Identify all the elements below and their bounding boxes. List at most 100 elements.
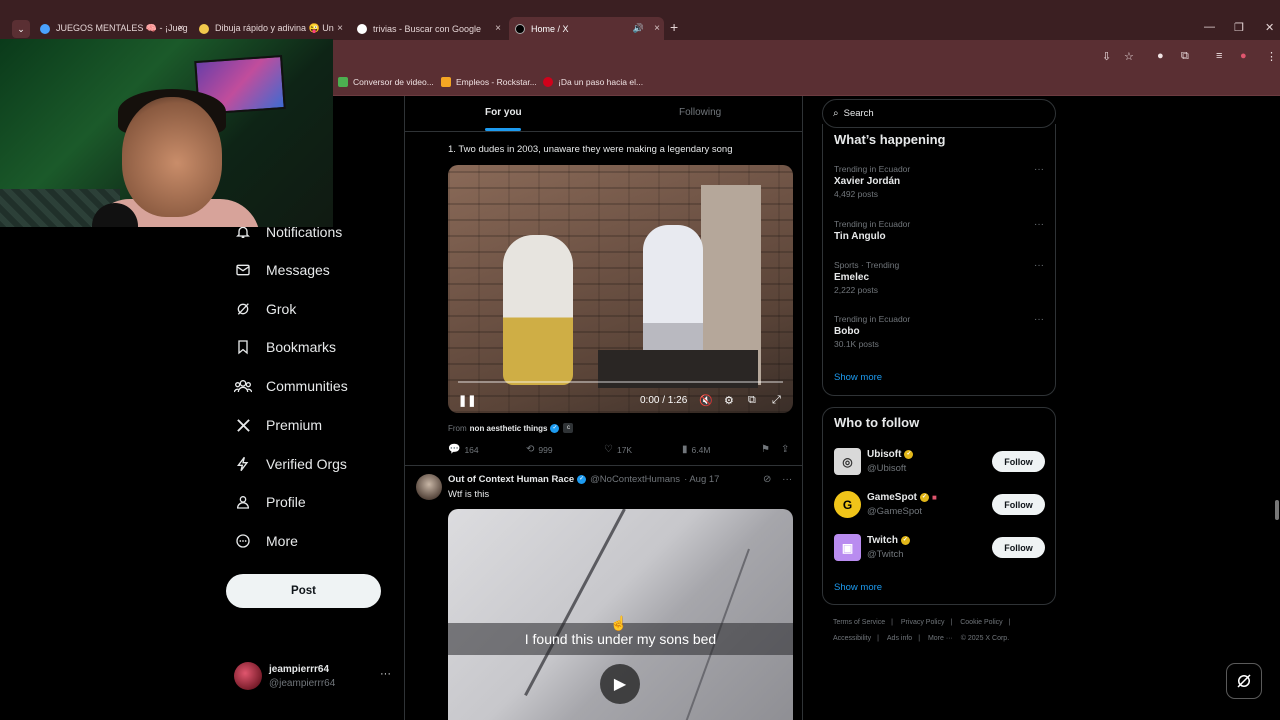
tab-google-search[interactable]: trivias - Buscar con Google ×: [351, 17, 505, 40]
follow-button[interactable]: Follow: [992, 494, 1045, 515]
tab-close-icon[interactable]: ×: [337, 23, 343, 34]
section-title: Who to follow: [834, 415, 920, 430]
source-account-link[interactable]: non aesthetic things: [470, 424, 548, 433]
trend-name: Emelec: [834, 272, 870, 283]
footer-accessibility-link[interactable]: Accessibility: [833, 635, 871, 642]
avatar[interactable]: [416, 474, 442, 500]
page-scrollbar[interactable]: [1275, 500, 1279, 520]
author-handle[interactable]: @NoContextHumans: [590, 474, 680, 485]
footer-more-link[interactable]: More ···: [928, 635, 953, 642]
nav-label: Messages: [266, 262, 330, 278]
follow-button[interactable]: Follow: [992, 451, 1045, 472]
footer-terms-link[interactable]: Terms of Service: [833, 619, 885, 626]
trend-item[interactable]: Trending in Ecuador Xavier Jordán 4,492 …: [834, 164, 1044, 199]
show-more-link[interactable]: Show more: [834, 372, 882, 383]
video-time: 0:00 / 1:26: [640, 395, 688, 406]
nav-item-more[interactable]: More: [234, 526, 298, 556]
avatar: ◎: [834, 448, 861, 475]
new-tab-button[interactable]: +: [670, 19, 678, 35]
grok-floating-button[interactable]: [1226, 663, 1262, 699]
suggestion-name: Ubisoft ✓: [867, 449, 914, 460]
footer-privacy-link[interactable]: Privacy Policy: [901, 619, 945, 626]
repost-count: 999: [538, 444, 553, 455]
nav-item-premium[interactable]: Premium: [234, 410, 322, 440]
lightning-icon: [234, 455, 252, 473]
pause-icon[interactable]: ❚❚: [458, 394, 476, 407]
tweet-date[interactable]: · Aug 17: [684, 474, 719, 485]
nav-item-profile[interactable]: Profile: [234, 487, 306, 517]
footer-ads-link[interactable]: Ads info: [887, 635, 912, 642]
more-options-icon[interactable]: ···: [782, 474, 792, 485]
tab-close-icon[interactable]: ×: [654, 23, 660, 34]
tab-close-icon[interactable]: ×: [495, 23, 501, 34]
bookmark-star-icon[interactable]: ☆: [1124, 50, 1134, 63]
bookmark-tweet-button[interactable]: ⚑: [761, 444, 774, 455]
more-options-icon[interactable]: ···: [1034, 314, 1044, 325]
tab-dibuja-rapido[interactable]: Dibuja rápido y adivina 😜 Un ×: [193, 17, 347, 40]
more-options-icon[interactable]: ···: [1034, 260, 1044, 271]
post-button[interactable]: Post: [226, 574, 381, 608]
footer-cookie-link[interactable]: Cookie Policy: [960, 619, 1002, 626]
browser-menu-icon[interactable]: ⋮: [1266, 50, 1277, 63]
search-icon: ⌕: [833, 108, 839, 119]
account-menu-icon[interactable]: ···: [380, 668, 391, 680]
picture-in-picture-icon[interactable]: ⧉: [748, 394, 756, 407]
trend-item[interactable]: Sports · Trending Emelec 2,222 posts ···: [834, 260, 1044, 295]
nav-item-grok[interactable]: Grok: [234, 294, 296, 324]
account-switcher[interactable]: jeampierrr64 @jeampierrr64 ···: [234, 662, 404, 692]
show-more-link[interactable]: Show more: [834, 582, 882, 593]
views-button[interactable]: ▮ 6.4M: [682, 444, 710, 455]
media-controls-icon[interactable]: ≡: [1216, 50, 1222, 62]
nav-item-bookmarks[interactable]: Bookmarks: [234, 332, 336, 362]
share-button[interactable]: ⇪: [781, 444, 793, 455]
mute-icon[interactable]: 🔇: [699, 394, 713, 407]
window-maximize-button[interactable]: ❐: [1234, 21, 1244, 34]
nav-label: Verified Orgs: [266, 456, 347, 472]
speaker-icon[interactable]: 🔊: [633, 23, 644, 34]
bookmark-favicon: [338, 77, 348, 87]
play-icon[interactable]: ▶: [600, 664, 640, 704]
follow-suggestion[interactable]: ◎ Ubisoft ✓ @Ubisoft Follow: [834, 448, 1046, 478]
reply-button[interactable]: 💬 164: [448, 444, 479, 455]
nav-item-verified-orgs[interactable]: Verified Orgs: [234, 449, 347, 479]
nav-item-communities[interactable]: Communities: [234, 371, 348, 401]
suggestion-handle: @Ubisoft: [867, 463, 907, 474]
author-name[interactable]: Out of Context Human Race: [448, 474, 574, 485]
tab-home-x[interactable]: Home / X 🔊 ×: [509, 17, 664, 40]
bookmark-da-un-paso[interactable]: ¡Da un paso hacia el...: [543, 77, 643, 87]
more-options-icon[interactable]: ···: [1034, 219, 1044, 230]
profile-avatar-icon[interactable]: ●: [1240, 50, 1247, 62]
bookmark-conversor[interactable]: Conversor de video...: [338, 77, 434, 87]
tab-following[interactable]: Following: [679, 107, 721, 118]
video-progress-bar[interactable]: [458, 381, 783, 383]
follow-suggestion[interactable]: G GameSpot ✓ ■ @GameSpot Follow: [834, 491, 1046, 521]
trend-item[interactable]: Trending in Ecuador Bobo 30.1K posts ···: [834, 314, 1044, 349]
tab-close-icon[interactable]: ×: [178, 23, 184, 34]
video-player[interactable]: ❚❚ 0:00 / 1:26 🔇 ⚙ ⧉ ⤢: [448, 165, 793, 413]
window-close-button[interactable]: ✕: [1265, 21, 1274, 34]
follow-button[interactable]: Follow: [992, 537, 1045, 558]
verified-badge-icon: ✓: [904, 450, 914, 459]
bookmark-label: Empleos - Rockstar...: [456, 77, 537, 87]
window-minimize-button[interactable]: —: [1204, 21, 1215, 33]
tab-for-you[interactable]: For you: [485, 107, 522, 118]
grok-icon[interactable]: ⊘: [763, 474, 771, 485]
follow-suggestion[interactable]: ▣ Twitch ✓ @Twitch Follow: [834, 534, 1046, 564]
like-button[interactable]: ♡ 17K: [604, 444, 632, 455]
more-circle-icon: [234, 532, 252, 550]
fullscreen-icon[interactable]: ⤢: [772, 394, 781, 407]
video-frame-person-left: [503, 235, 573, 385]
bookmark-empleos[interactable]: Empleos - Rockstar...: [441, 77, 537, 87]
nav-item-messages[interactable]: Messages: [234, 255, 330, 285]
webcam-overlay: [0, 39, 333, 227]
trend-item[interactable]: Trending in Ecuador Tin Angulo ···: [834, 219, 1044, 242]
tab-juegos-mentales[interactable]: JUEGOS MENTALES 🧠 - ¡Juega ×: [34, 17, 188, 40]
repost-button[interactable]: ⟲ 999: [526, 444, 553, 455]
extensions-puzzle-icon[interactable]: ⧉: [1181, 50, 1189, 63]
settings-gear-icon[interactable]: ⚙: [724, 394, 734, 407]
more-options-icon[interactable]: ···: [1034, 164, 1044, 175]
extension-color-icon[interactable]: ●: [1157, 50, 1164, 62]
install-app-icon[interactable]: ⇩: [1102, 50, 1111, 63]
grok-icon: [234, 300, 252, 318]
whats-happening-card: What’s happening Trending in Ecuador Xav…: [822, 124, 1056, 396]
